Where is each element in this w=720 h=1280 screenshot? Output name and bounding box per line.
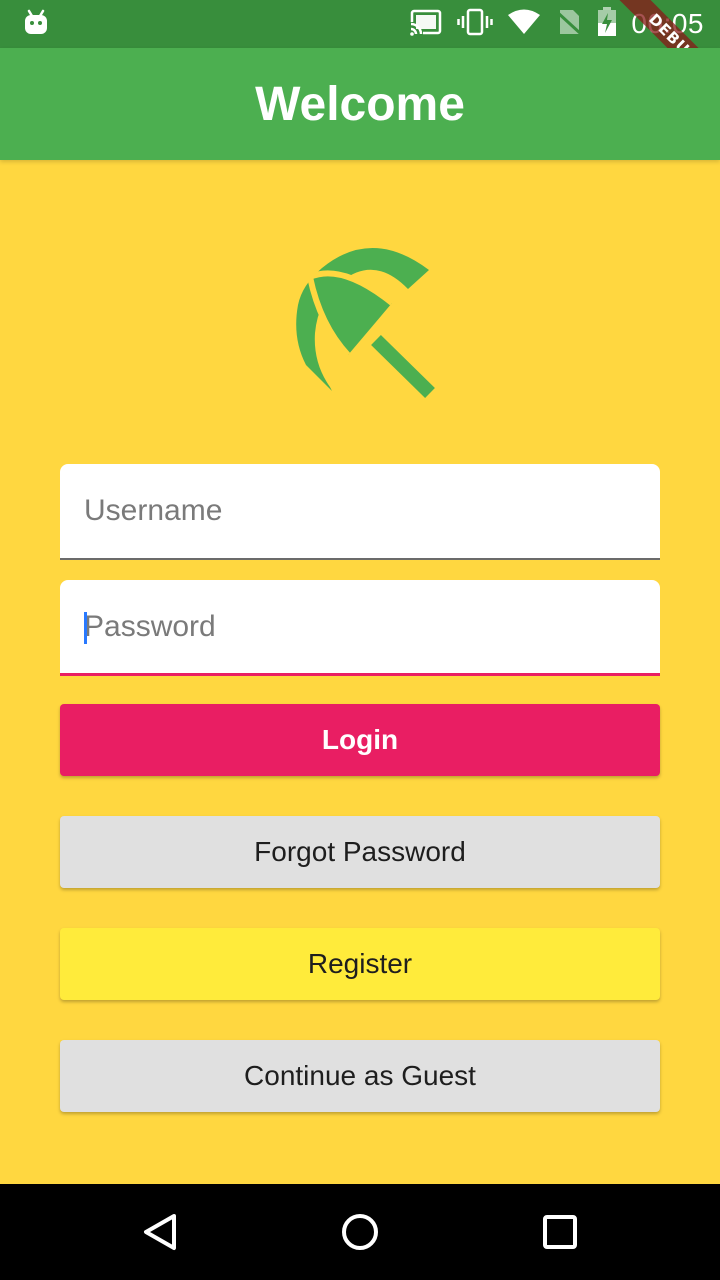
username-field[interactable]: Username [60,464,660,560]
password-field[interactable]: Password [60,580,660,676]
login-button[interactable]: Login [60,704,660,776]
battery-charging-icon [597,6,617,42]
vibrate-icon [457,8,494,41]
cast-icon [409,8,443,41]
home-icon[interactable] [336,1208,384,1256]
status-bar: 00:05 [0,0,720,48]
text-cursor [84,612,87,644]
forgot-password-button[interactable]: Forgot Password [60,816,660,888]
status-icons: 00:05 [409,0,704,48]
username-placeholder: Username [84,494,223,527]
page-title: Welcome [255,77,465,131]
continue-as-guest-button[interactable]: Continue as Guest [60,1040,660,1112]
recents-icon[interactable] [536,1208,584,1256]
android-icon [22,8,50,41]
status-time: 00:05 [631,8,704,39]
navigation-bar [0,1184,720,1280]
register-button[interactable]: Register [60,928,660,1000]
app-bar: Welcome [0,48,720,160]
beach-umbrella-icon [280,245,440,405]
password-placeholder: Password [84,610,216,643]
back-icon[interactable] [136,1208,184,1256]
no-sim-icon [555,8,583,41]
wifi-icon [507,8,541,41]
